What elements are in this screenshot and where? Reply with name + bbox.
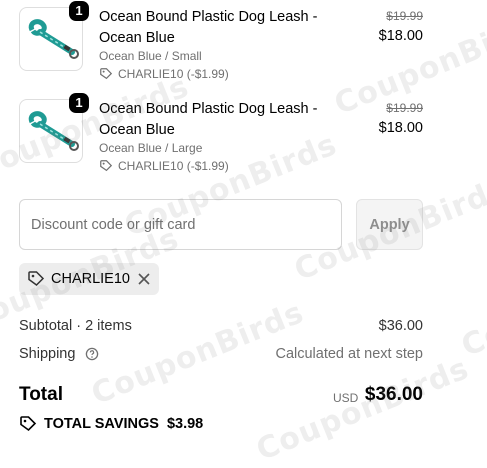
remove-discount-button[interactable]: [137, 272, 151, 286]
savings-label: TOTAL SAVINGS: [44, 416, 159, 432]
product-variant: Ocean Blue / Small: [99, 49, 202, 63]
savings-tag-icon: [20, 416, 37, 432]
discount-code-input[interactable]: [19, 199, 342, 250]
product-title: Ocean Bound Plastic Dog Leash - Ocean Bl…: [99, 101, 318, 138]
total-label: Total: [19, 384, 63, 405]
apply-button[interactable]: Apply: [356, 199, 423, 250]
shipping-row: Shipping Calculated at next step: [19, 346, 423, 362]
tag-icon: [100, 68, 113, 80]
shipping-value: Calculated at next step: [275, 346, 423, 362]
item-discount: CHARLIE10 (-$1.99): [99, 67, 229, 81]
close-icon: [138, 273, 150, 285]
quantity-badge: 1: [69, 1, 89, 21]
total-value: $36.00: [364, 384, 423, 405]
original-price: $19.99: [386, 101, 423, 115]
subtotal-label: Subtotal · 2 items: [19, 318, 132, 334]
watermark: CouponBirds: [456, 246, 487, 365]
applied-code-text: CHARLIE10: [51, 271, 130, 287]
cart-item: 1 Ocean Bound Plastic Dog Leash - Ocean …: [19, 1, 423, 87]
subtotal-row: Subtotal · 2 items $36.00: [19, 318, 423, 334]
total-savings: TOTAL SAVINGS $3.98: [19, 415, 203, 433]
tag-icon: [28, 271, 45, 286]
watermark: CouponBirds: [251, 350, 475, 468]
shipping-label: Shipping: [19, 346, 76, 362]
original-price: $19.99: [386, 9, 423, 23]
tag-icon: [100, 160, 113, 172]
product-variant: Ocean Blue / Large: [99, 141, 203, 155]
savings-value: $3.98: [166, 416, 204, 432]
shipping-info-icon[interactable]: [85, 347, 99, 361]
cart-item: 1 Ocean Bound Plastic Dog Leash - Ocean …: [19, 93, 423, 179]
quantity-badge: 1: [69, 93, 89, 113]
item-discount-text: CHARLIE10 (-$1.99): [118, 67, 229, 81]
product-title: Ocean Bound Plastic Dog Leash - Ocean Bl…: [99, 9, 318, 46]
applied-discount-chip: CHARLIE10: [19, 263, 159, 295]
item-discount: CHARLIE10 (-$1.99): [99, 159, 229, 173]
item-price: $18.00: [378, 120, 423, 136]
item-discount-text: CHARLIE10 (-$1.99): [118, 159, 229, 173]
item-price: $18.00: [378, 28, 423, 44]
subtotal-value: $36.00: [378, 318, 423, 334]
currency-code: USD: [333, 391, 359, 405]
